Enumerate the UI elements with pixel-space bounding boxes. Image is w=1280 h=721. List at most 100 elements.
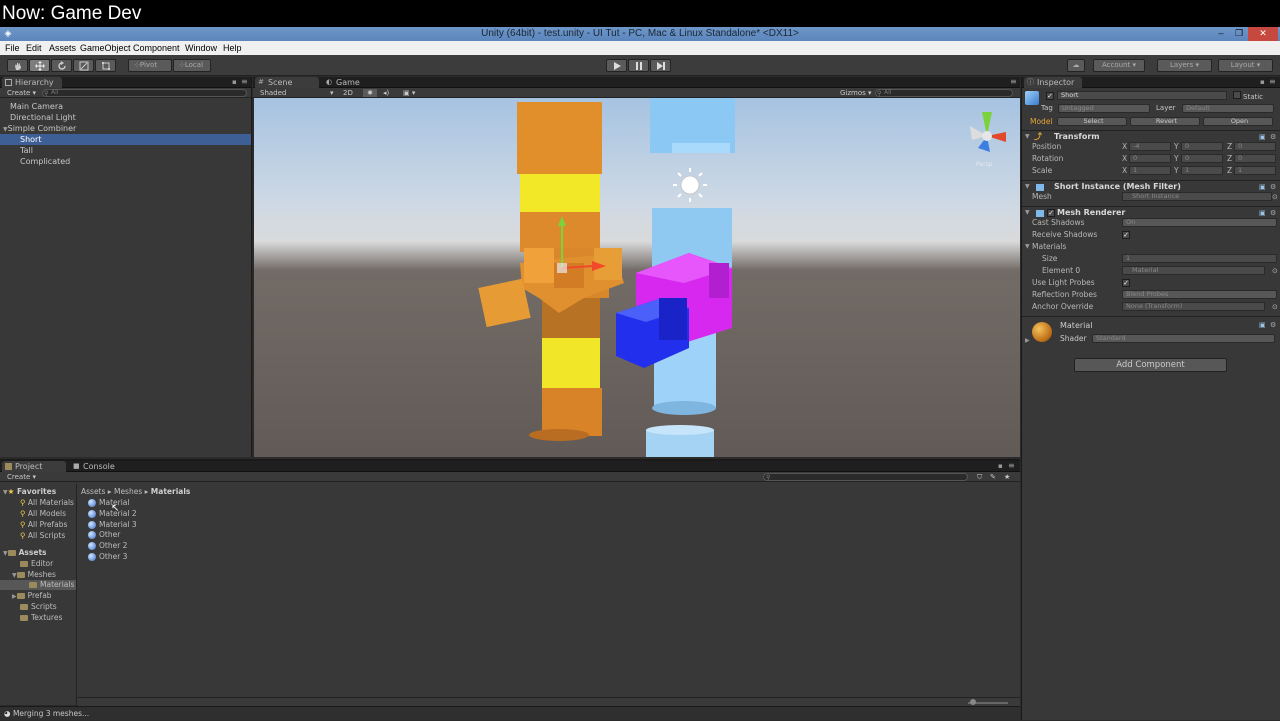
hierarchy-item-complicated[interactable]: Complicated <box>0 156 251 167</box>
mesh-renderer-enabled-checkbox[interactable]: ✓ <box>1047 209 1055 217</box>
rect-tool-button[interactable] <box>95 59 116 72</box>
file-item[interactable]: Other 3 <box>88 552 127 562</box>
breadcrumb-assets[interactable]: Assets <box>81 487 105 496</box>
folder-item-selected[interactable]: Materials <box>0 580 76 590</box>
help-icon[interactable]: ▣ <box>1259 321 1266 329</box>
hierarchy-item-main-camera[interactable]: Main Camera <box>0 101 251 112</box>
play-button[interactable] <box>606 59 627 72</box>
foldout-open-icon[interactable]: ▼ <box>12 572 17 579</box>
tab-project[interactable]: Project <box>2 461 66 472</box>
scale-x-field[interactable]: 1 <box>1129 166 1171 175</box>
panel-menu-icon[interactable]: ≡ <box>1010 77 1017 86</box>
element0-object-field[interactable]: Material <box>1122 266 1265 275</box>
file-item[interactable]: Material <box>88 498 129 508</box>
effects-toggle[interactable]: ▣ ▾ <box>403 88 415 98</box>
rotation-y-field[interactable]: 0 <box>1181 154 1223 163</box>
minimize-button[interactable]: – <box>1212 27 1230 41</box>
menu-edit[interactable]: Edit <box>26 41 42 55</box>
object-picker-icon[interactable]: ⊙ <box>1272 301 1278 313</box>
cast-shadows-dropdown[interactable]: On <box>1122 218 1277 227</box>
foldout-closed-icon[interactable]: ▶ <box>12 593 17 600</box>
tab-inspector[interactable]: ⓘ Inspector <box>1024 77 1082 88</box>
foldout-closed-icon[interactable]: ▶ <box>1025 337 1030 344</box>
position-z-field[interactable]: 0 <box>1234 142 1276 151</box>
lighting-toggle[interactable]: ✹ <box>363 89 377 97</box>
close-button[interactable]: ✕ <box>1248 27 1278 41</box>
gear-icon[interactable]: ⚙ <box>1270 321 1276 329</box>
foldout-open-icon[interactable]: ▼ <box>3 550 8 557</box>
folder-item[interactable]: Scripts <box>20 602 57 612</box>
hand-tool-button[interactable] <box>7 59 28 72</box>
account-dropdown[interactable]: Account ▾ <box>1093 59 1145 72</box>
favorite-item[interactable]: ⚲ All Materials <box>20 498 74 508</box>
static-checkbox[interactable] <box>1233 91 1241 99</box>
hierarchy-item-directional-light[interactable]: Directional Light <box>0 112 251 123</box>
position-y-field[interactable]: 0 <box>1181 142 1223 151</box>
move-tool-button[interactable] <box>29 59 50 72</box>
model-revert-button[interactable]: Revert <box>1130 117 1200 126</box>
gizmos-dropdown[interactable]: Gizmos ▾ <box>840 88 872 98</box>
filter-by-type-icon[interactable]: ⛉ <box>977 472 982 482</box>
rotation-x-field[interactable]: 0 <box>1129 154 1171 163</box>
favorite-item[interactable]: ⚲ All Prefabs <box>20 520 67 530</box>
icon-size-slider-thumb[interactable] <box>970 699 976 705</box>
hierarchy-item-tall[interactable]: Tall <box>0 145 251 156</box>
orientation-gizmo[interactable] <box>970 112 1006 152</box>
favorite-item[interactable]: ⚲ All Scripts <box>20 531 65 541</box>
project-create-button[interactable]: Create ▾ <box>7 472 36 482</box>
object-name-input[interactable]: Short <box>1057 91 1227 100</box>
tall-mesh-column[interactable] <box>616 98 735 457</box>
project-search-input[interactable] <box>763 473 968 481</box>
position-x-field[interactable]: -4 <box>1129 142 1171 151</box>
directional-light-sun-icon[interactable] <box>673 168 707 202</box>
light-probes-checkbox[interactable]: ✓ <box>1122 279 1130 287</box>
local-toggle[interactable]: ⊹Local <box>173 59 211 72</box>
scene-search-input[interactable]: All <box>875 89 1013 97</box>
file-item[interactable]: Material 3 <box>88 520 137 530</box>
receive-shadows-checkbox[interactable]: ✓ <box>1122 231 1130 239</box>
favorite-item[interactable]: ⚲ All Models <box>20 509 66 519</box>
layers-dropdown[interactable]: Layers ▾ <box>1157 59 1212 72</box>
tab-hierarchy[interactable]: Hierarchy <box>2 77 62 88</box>
cloud-button[interactable]: ☁ <box>1067 59 1085 72</box>
folder-item[interactable]: ▶ Prefab <box>12 591 52 601</box>
scale-tool-button[interactable] <box>73 59 94 72</box>
lock-icon[interactable]: ▪ <box>1260 78 1265 86</box>
shader-dropdown[interactable]: Standard <box>1092 334 1275 343</box>
anchor-override-field[interactable]: None (Transform) <box>1122 302 1265 311</box>
tab-console[interactable]: ■ Console <box>70 461 125 472</box>
tab-scene[interactable]: # Scene <box>255 77 319 88</box>
material-section[interactable]: ▶ Material Shader Standard ▣ ⚙ <box>1022 316 1280 346</box>
add-component-button[interactable]: Add Component <box>1074 358 1227 372</box>
model-open-button[interactable]: Open <box>1203 117 1273 126</box>
file-item[interactable]: Other 2 <box>88 541 127 551</box>
shading-dropdown[interactable]: Shaded ▾ <box>260 88 336 98</box>
rotate-tool-button[interactable] <box>51 59 72 72</box>
tag-dropdown[interactable]: Untagged <box>1058 104 1150 113</box>
folder-item[interactable]: Textures <box>20 613 62 623</box>
scene-viewport[interactable]: Persp <box>254 98 1020 457</box>
breadcrumb-materials[interactable]: Materials <box>151 487 191 496</box>
hierarchy-create-button[interactable]: Create ▾ <box>7 88 36 98</box>
folder-item[interactable]: Editor <box>20 559 53 569</box>
lock-icon[interactable]: ▪ <box>998 462 1003 470</box>
breadcrumb-meshes[interactable]: Meshes <box>114 487 142 496</box>
menu-component[interactable]: Component <box>133 41 180 55</box>
persp-label[interactable]: Persp <box>976 161 993 168</box>
hierarchy-item-simple-combiner[interactable]: ▼Simple Combiner <box>0 123 251 134</box>
panel-menu-icon[interactable]: ≡ <box>1269 77 1276 86</box>
scale-z-field[interactable]: 1 <box>1234 166 1276 175</box>
scale-y-field[interactable]: 1 <box>1181 166 1223 175</box>
toggle-2d-button[interactable]: 2D <box>343 88 353 98</box>
model-select-button[interactable]: Select <box>1057 117 1127 126</box>
pivot-toggle[interactable]: ⊹Pivot <box>128 59 172 72</box>
star-filter-icon[interactable]: ★ <box>1004 472 1010 482</box>
menu-window[interactable]: Window <box>185 41 217 55</box>
tab-game[interactable]: ◐ Game <box>323 77 373 88</box>
rotation-z-field[interactable]: 0 <box>1234 154 1276 163</box>
pause-button[interactable] <box>628 59 649 72</box>
foldout-open-icon[interactable]: ▼ <box>1025 241 1030 253</box>
reflection-probes-dropdown[interactable]: Blend Probes <box>1122 290 1277 299</box>
hierarchy-search-input[interactable]: All <box>42 89 247 97</box>
menu-file[interactable]: File <box>5 41 20 55</box>
